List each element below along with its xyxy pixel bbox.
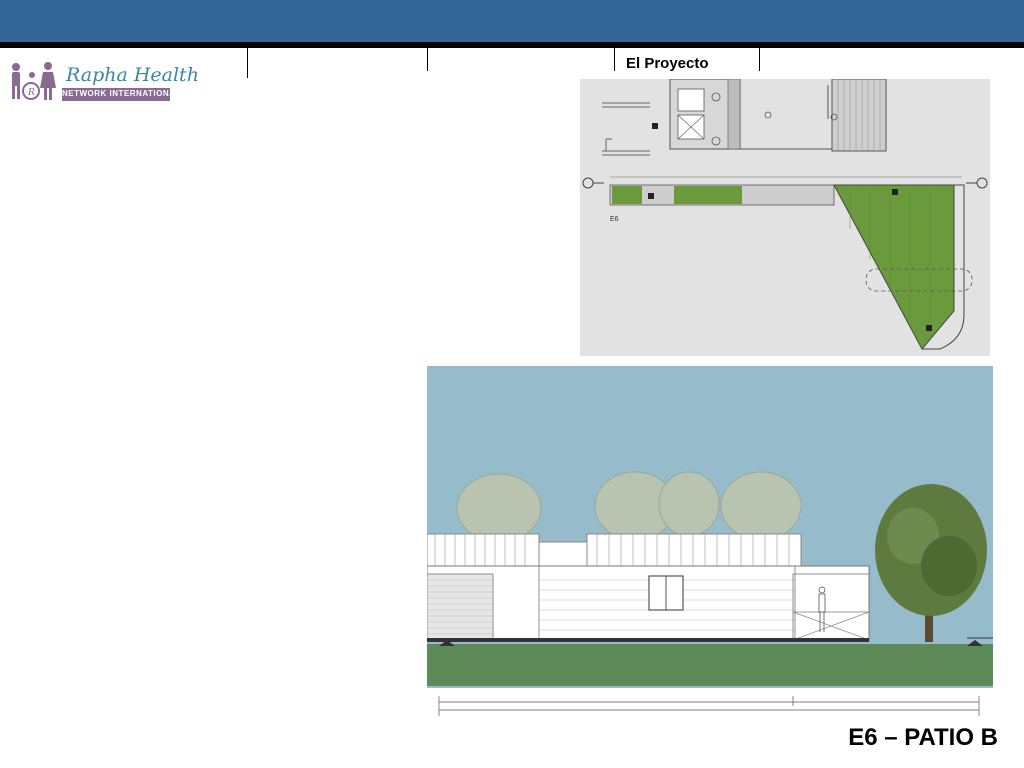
- floor-plan-drawing: E6: [580, 78, 990, 356]
- header-divider: [427, 48, 428, 71]
- elevation-svg: [426, 366, 993, 718]
- logo-title: Rapha Health: [66, 64, 199, 86]
- slide-title: E6 – PATIO B: [848, 724, 998, 751]
- people-icon: R: [8, 60, 62, 102]
- elevation-drawing: [426, 366, 993, 718]
- header-band: [0, 0, 1024, 42]
- svg-text:R: R: [27, 88, 35, 98]
- header-divider: [759, 48, 760, 71]
- logo: R Rapha Health NETWORK INTERNATIONAL: [8, 60, 199, 102]
- floor-plan-svg: E6: [580, 78, 990, 356]
- section-label: El Proyecto: [626, 55, 709, 72]
- logo-subtitle: NETWORK INTERNATIONAL: [62, 89, 181, 98]
- logo-subtitle-band: NETWORK INTERNATIONAL: [62, 88, 181, 101]
- plan-label: E6: [610, 216, 619, 223]
- header-rule: [0, 42, 1024, 48]
- header-divider: [614, 48, 615, 71]
- header-divider: [247, 48, 248, 78]
